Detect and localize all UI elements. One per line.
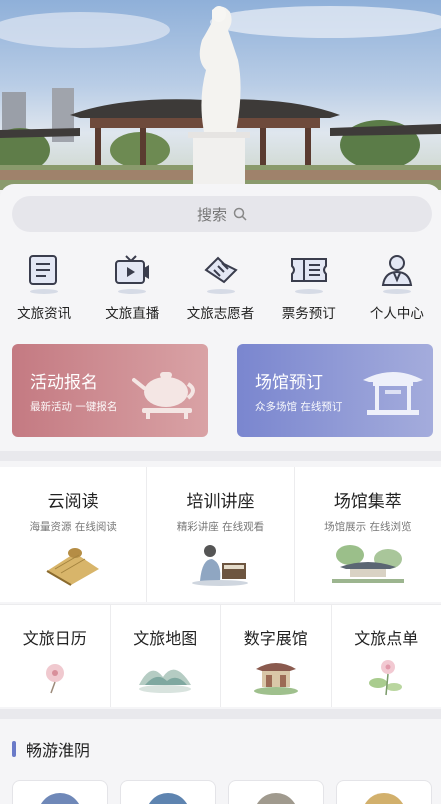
quick-entry-live[interactable]: 文旅直播 (88, 248, 176, 328)
feature-title: 文旅日历 (22, 629, 87, 648)
feature-title: 培训讲座 (186, 492, 255, 512)
feature-grid-bottom: 文旅日历 文旅地图 数字展馆 文旅点单 (0, 604, 441, 707)
user-icon (375, 248, 419, 294)
feature-title: 文旅点单 (354, 629, 419, 648)
feature-map[interactable]: 文旅地图 (111, 605, 221, 707)
section-divider (0, 451, 441, 461)
quick-entry-ticket[interactable]: 票务预订 (265, 248, 353, 328)
scenic-card[interactable] (120, 780, 216, 804)
pavilion-icon (363, 372, 423, 415)
promo-subtitle: 众多场馆 在线预订 (255, 401, 343, 413)
ticket-icon (287, 248, 331, 294)
quick-entry-bar: 文旅资讯 文旅直播 文旅志愿者 票务预订 个人中心 (0, 248, 441, 328)
promo-title: 场馆预订 (255, 373, 323, 393)
scenic-card[interactable] (12, 780, 108, 804)
promo-title: 活动报名 (30, 373, 98, 393)
quick-entry-volunteer[interactable]: 文旅志愿者 (176, 248, 264, 328)
feature-title: 场馆集萃 (333, 492, 402, 512)
search-placeholder: 搜索 (196, 205, 227, 224)
feature-digital-exhibition[interactable]: 数字展馆 (221, 605, 332, 707)
scenic-card[interactable] (336, 780, 432, 804)
promo-venue-booking[interactable]: 场馆预订 众多场馆 在线预订 (237, 344, 433, 437)
news-icon (22, 248, 66, 294)
main-content: 搜索 文旅资讯 文旅直播 文旅志愿者 票务预订 个人中心 活动报名 最新活动 一… (0, 184, 441, 804)
section-divider (0, 709, 441, 719)
quick-entry-label: 文旅资讯 (17, 306, 72, 322)
feature-subtitle: 精彩讲座 在线观看 (176, 521, 265, 533)
quick-entry-profile[interactable]: 个人中心 (353, 248, 441, 328)
quick-entry-label: 个人中心 (369, 306, 424, 322)
feature-order[interactable]: 文旅点单 (332, 605, 441, 707)
scenic-thumbnail (362, 793, 406, 804)
feature-title: 数字展馆 (243, 629, 308, 648)
feature-venue-showcase[interactable]: 场馆集萃 场馆展示 在线浏览 (295, 467, 441, 602)
search-icon (233, 207, 247, 221)
garden-icon (331, 545, 404, 583)
promo-subtitle: 最新活动 一键报名 (30, 401, 118, 413)
feature-title: 云阅读 (47, 492, 99, 512)
section-accent-bar (12, 741, 16, 757)
feature-subtitle: 场馆展示 在线浏览 (324, 521, 412, 533)
section-header: 畅游淮阴 (12, 737, 90, 761)
live-tv-icon (110, 248, 154, 294)
section-title: 畅游淮阴 (26, 741, 91, 760)
hero-image (0, 6, 441, 190)
scenic-thumbnail (146, 793, 190, 804)
feature-cloud-reading[interactable]: 云阅读 海量资源 在线阅读 (0, 467, 148, 602)
feature-title: 文旅地图 (133, 629, 198, 648)
scenic-card[interactable] (228, 780, 324, 804)
quick-entry-label: 文旅直播 (105, 306, 160, 322)
scenic-thumbnail (38, 793, 82, 804)
scroll-icon (46, 548, 100, 586)
promo-activity-signup[interactable]: 活动报名 最新活动 一键报名 (12, 344, 208, 437)
landscape-icon (139, 669, 192, 693)
handshake-icon (199, 248, 243, 294)
feature-subtitle: 海量资源 在线阅读 (29, 521, 117, 533)
scenic-thumbnail (254, 793, 298, 804)
feature-grid-top: 云阅读 海量资源 在线阅读 培训讲座 精彩讲座 在线观看 场馆集萃 场馆展示 在… (0, 467, 441, 602)
feature-training-lecture[interactable]: 培训讲座 精彩讲座 在线观看 (147, 467, 295, 602)
scenic-card-row (0, 780, 441, 804)
plant-icon (369, 660, 403, 696)
feature-calendar[interactable]: 文旅日历 (0, 605, 111, 707)
quick-entry-news[interactable]: 文旅资讯 (0, 248, 88, 328)
flower-icon (45, 664, 64, 694)
teapot-icon (132, 372, 195, 419)
hall-icon (253, 663, 298, 695)
scholar-icon (192, 545, 249, 586)
quick-entry-label: 票务预订 (281, 306, 336, 322)
search-bar[interactable]: 搜索 (12, 196, 432, 232)
quick-entry-label: 文旅志愿者 (186, 306, 255, 322)
hero-banner[interactable] (0, 0, 441, 190)
